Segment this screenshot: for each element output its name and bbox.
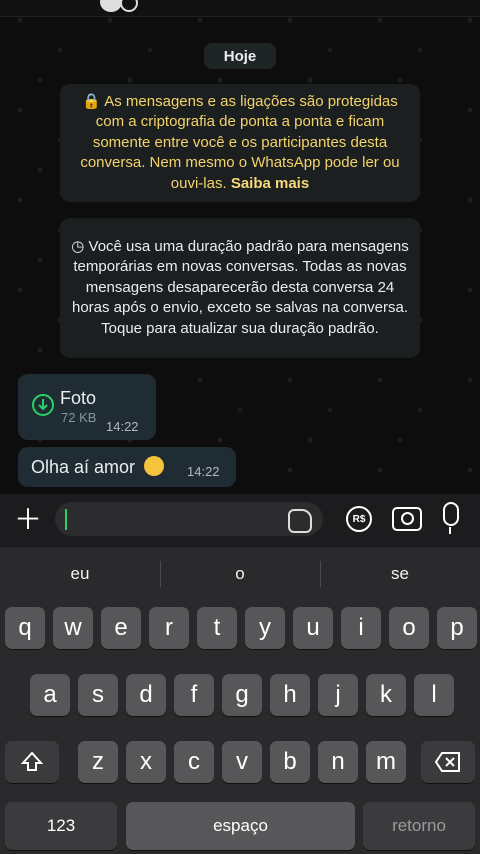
shift-key[interactable] bbox=[5, 741, 59, 783]
text-message[interactable]: Olha aí amor 14:22 bbox=[18, 447, 236, 487]
key-i[interactable]: i bbox=[341, 607, 381, 649]
text-caret bbox=[65, 509, 67, 530]
key-z[interactable]: z bbox=[78, 741, 118, 783]
key-w[interactable]: w bbox=[53, 607, 93, 649]
lock-icon: 🔒 bbox=[82, 92, 101, 110]
key-r[interactable]: r bbox=[149, 607, 189, 649]
message-text: Olha aí amor bbox=[31, 457, 136, 477]
message-time: 14:22 bbox=[187, 464, 220, 479]
key-l[interactable]: l bbox=[414, 674, 454, 716]
key-y[interactable]: y bbox=[245, 607, 285, 649]
plus-icon[interactable]: ＋ bbox=[14, 506, 42, 534]
timer-icon: ◷ bbox=[71, 237, 85, 255]
key-m[interactable]: m bbox=[366, 741, 406, 783]
key-c[interactable]: c bbox=[174, 741, 214, 783]
suggestion-bar: eu o se bbox=[0, 547, 480, 601]
key-e[interactable]: e bbox=[101, 607, 141, 649]
mic-stand bbox=[449, 527, 451, 534]
suggestion-3[interactable]: se bbox=[320, 547, 480, 601]
key-n[interactable]: n bbox=[318, 741, 358, 783]
key-o[interactable]: o bbox=[389, 607, 429, 649]
key-h[interactable]: h bbox=[270, 674, 310, 716]
key-f[interactable]: f bbox=[174, 674, 214, 716]
suggestion-2[interactable]: o bbox=[160, 547, 320, 601]
mic-icon[interactable] bbox=[443, 502, 459, 526]
backspace-key[interactable] bbox=[421, 741, 475, 783]
key-g[interactable]: g bbox=[222, 674, 262, 716]
key-p[interactable]: p bbox=[437, 607, 477, 649]
encryption-notice[interactable]: 🔒 As mensagens e as ligações são protegi… bbox=[60, 84, 420, 202]
keyboard: eu o se q w e r t y u i o p a s d f g h … bbox=[0, 547, 480, 854]
avatar[interactable] bbox=[100, 0, 122, 12]
return-key[interactable]: retorno bbox=[363, 802, 475, 850]
key-q[interactable]: q bbox=[5, 607, 45, 649]
camera-icon[interactable] bbox=[392, 507, 422, 531]
rs-icon[interactable]: R$ bbox=[346, 506, 372, 532]
backspace-icon bbox=[434, 752, 460, 772]
suggestion-1[interactable]: eu bbox=[0, 547, 160, 601]
key-s[interactable]: s bbox=[78, 674, 118, 716]
photo-size: 72 KB bbox=[61, 410, 97, 425]
key-t[interactable]: t bbox=[197, 607, 237, 649]
emoji-icon bbox=[144, 456, 165, 477]
key-u[interactable]: u bbox=[293, 607, 333, 649]
status-icon bbox=[120, 0, 138, 12]
key-j[interactable]: j bbox=[318, 674, 358, 716]
key-x[interactable]: x bbox=[126, 741, 166, 783]
space-key[interactable]: espaço bbox=[126, 802, 355, 850]
photo-message[interactable]: Foto 72 KB 14:22 bbox=[18, 374, 156, 440]
download-icon[interactable] bbox=[30, 392, 56, 418]
photo-title: Foto bbox=[60, 388, 97, 408]
key-k[interactable]: k bbox=[366, 674, 406, 716]
numbers-key[interactable]: 123 bbox=[5, 802, 117, 850]
learn-more-link[interactable]: Saiba mais bbox=[231, 175, 309, 192]
disappearing-text: Você usa uma duração padrão para mensage… bbox=[71, 237, 409, 337]
key-d[interactable]: d bbox=[126, 674, 166, 716]
disappearing-notice[interactable]: ◷ Você usa uma duração padrão para mensa… bbox=[60, 218, 420, 358]
top-bar bbox=[0, 0, 480, 17]
key-b[interactable]: b bbox=[270, 741, 310, 783]
key-v[interactable]: v bbox=[222, 741, 262, 783]
message-time: 14:22 bbox=[106, 419, 139, 434]
chat-area: Hoje 🔒 As mensagens e as ligações são pr… bbox=[0, 0, 480, 494]
shift-icon bbox=[20, 751, 44, 771]
sticker-icon[interactable] bbox=[288, 509, 312, 533]
date-pill: Hoje bbox=[204, 43, 276, 69]
input-bar: ＋ R$ bbox=[0, 494, 480, 547]
message-input[interactable] bbox=[55, 502, 323, 536]
key-a[interactable]: a bbox=[30, 674, 70, 716]
